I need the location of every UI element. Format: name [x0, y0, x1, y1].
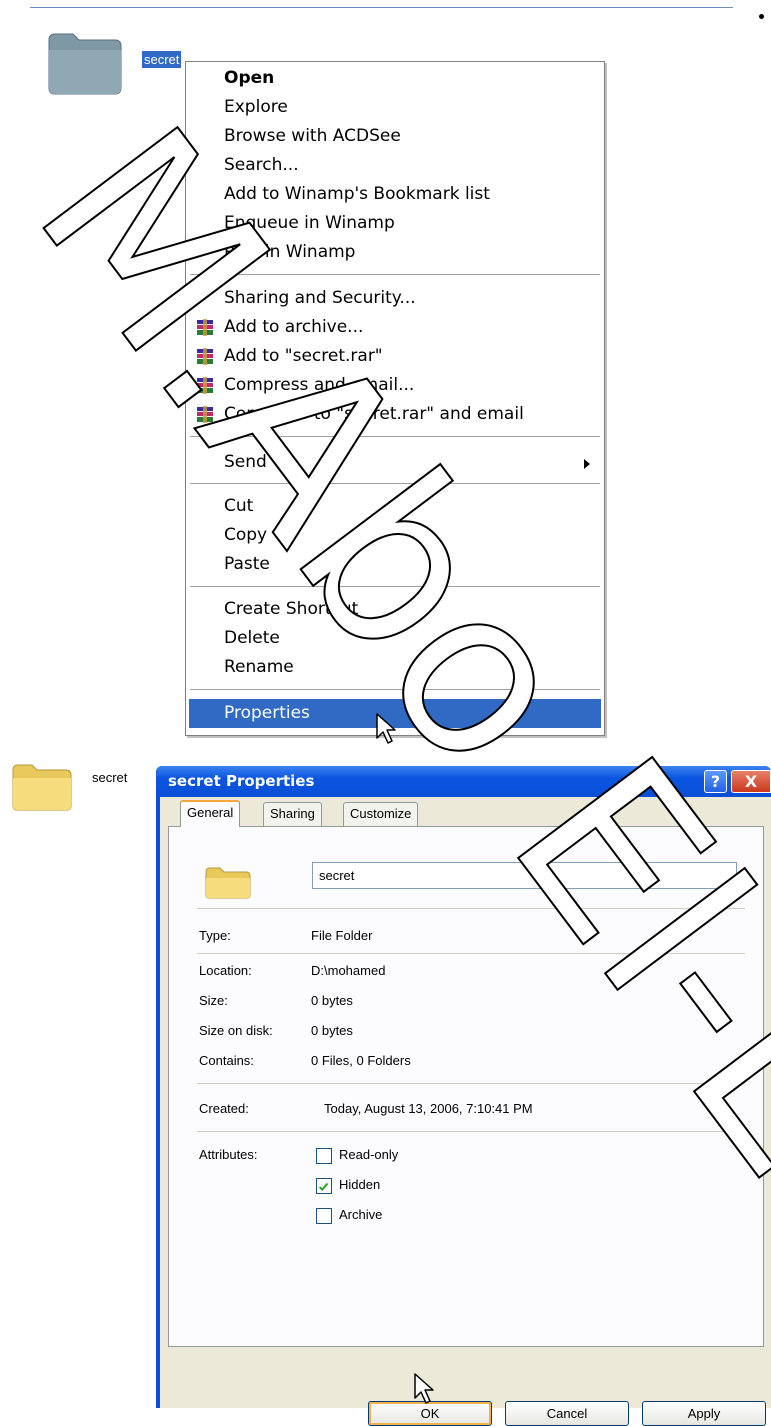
menu-item-create-shortcut[interactable]: Create Shortcut [186, 595, 604, 624]
context-menu: Open Explore Browse with ACDSee Search..… [185, 61, 605, 736]
apply-button[interactable]: Apply [642, 1401, 766, 1426]
menu-item-label: Send To [224, 452, 291, 472]
menu-item-delete[interactable]: Delete [186, 624, 604, 653]
submenu-arrow-icon [584, 459, 590, 469]
properties-dialog: secret Properties ? X General Sharing Cu… [156, 766, 771, 1426]
winrar-icon [197, 348, 213, 365]
tab-sharing[interactable]: Sharing [263, 802, 322, 826]
menu-separator [190, 483, 600, 485]
divider [197, 1083, 745, 1084]
type-value: File Folder [311, 928, 373, 943]
menu-item-add-archive[interactable]: Add to archive... [186, 313, 604, 342]
menu-item-compress-email[interactable]: Compress and email... [186, 371, 604, 400]
divider [197, 908, 745, 909]
cancel-button[interactable]: Cancel [505, 1401, 629, 1426]
tab-customize[interactable]: Customize [343, 802, 419, 826]
menu-item-sharing-security[interactable]: Sharing and Security... [186, 284, 604, 313]
menu-separator [190, 436, 600, 438]
help-button[interactable]: ? [704, 770, 727, 793]
menu-item-label: Add to archive... [224, 317, 364, 337]
divider [197, 953, 745, 954]
attributes-label: Attributes: [199, 1147, 258, 1162]
menu-item-winamp-enqueue[interactable]: Enqueue in Winamp [186, 209, 604, 238]
checkmark-icon [318, 1182, 329, 1192]
menu-item-cut[interactable]: Cut [186, 492, 604, 521]
mouse-cursor-icon [414, 1373, 434, 1404]
divider [197, 1131, 745, 1132]
winrar-icon [197, 377, 213, 394]
dialog-titlebar[interactable]: secret Properties ? X [156, 766, 771, 797]
readonly-checkbox[interactable] [316, 1148, 332, 1164]
menu-item-browse-acdsee[interactable]: Browse with ACDSee [186, 122, 604, 151]
tab-general[interactable]: General [180, 800, 241, 827]
menu-separator [190, 689, 600, 691]
menu-item-compress-secret-email[interactable]: Compress to "secret.rar" and email [186, 400, 604, 429]
menu-item-label: Add to "secret.rar" [224, 346, 383, 366]
divider-line [30, 7, 733, 8]
archive-label[interactable]: Archive [339, 1207, 382, 1222]
menu-item-paste[interactable]: Paste [186, 550, 604, 579]
archive-checkbox[interactable] [316, 1208, 332, 1224]
general-tab-panel: secret Type: File Folder Location: D:\mo… [168, 826, 764, 1347]
size-on-disk-value: 0 bytes [311, 1023, 353, 1038]
menu-item-winamp-play[interactable]: Play in Winamp [186, 238, 604, 267]
mouse-cursor-icon [376, 713, 396, 744]
menu-item-send-to[interactable]: Send To [186, 448, 604, 477]
menu-item-copy[interactable]: Copy [186, 521, 604, 550]
menu-separator [190, 274, 600, 276]
type-label: Type: [199, 928, 231, 943]
winrar-icon [197, 406, 213, 423]
close-button[interactable]: X [731, 770, 771, 793]
created-label: Created: [199, 1101, 249, 1116]
folder-name-selected[interactable]: secret [142, 51, 182, 68]
menu-item-label: Compress to "secret.rar" and email [224, 404, 524, 424]
folder-icon[interactable] [45, 26, 125, 96]
bullet-dot [759, 14, 764, 19]
menu-item-label: Compress and email... [224, 375, 415, 395]
menu-item-open[interactable]: Open [186, 64, 604, 93]
menu-item-rename[interactable]: Rename [186, 653, 604, 682]
folder-icon [205, 867, 251, 899]
menu-item-add-secret-rar[interactable]: Add to "secret.rar" [186, 342, 604, 371]
hidden-checkbox[interactable] [316, 1178, 332, 1194]
size-label: Size: [199, 993, 228, 1008]
winrar-icon [197, 319, 213, 336]
contains-value: 0 Files, 0 Folders [311, 1053, 411, 1068]
created-value: Today, August 13, 2006, 7:10:41 PM [324, 1101, 533, 1116]
size-on-disk-label: Size on disk: [199, 1023, 273, 1038]
readonly-label[interactable]: Read-only [339, 1147, 398, 1162]
dialog-body: General Sharing Customize secret Type: F… [160, 797, 771, 1426]
menu-separator [190, 586, 600, 588]
size-value: 0 bytes [311, 993, 353, 1008]
location-value: D:\mohamed [311, 963, 386, 978]
dialog-title: secret Properties [168, 772, 315, 790]
folder-name-input[interactable]: secret [312, 862, 737, 889]
menu-item-explore[interactable]: Explore [186, 93, 604, 122]
location-label: Location: [199, 963, 252, 978]
folder-icon[interactable] [10, 760, 74, 812]
menu-item-winamp-bookmark[interactable]: Add to Winamp's Bookmark list [186, 180, 604, 209]
contains-label: Contains: [199, 1053, 254, 1068]
menu-item-search[interactable]: Search... [186, 151, 604, 180]
hidden-label[interactable]: Hidden [339, 1177, 380, 1192]
folder-name[interactable]: secret [92, 770, 127, 785]
